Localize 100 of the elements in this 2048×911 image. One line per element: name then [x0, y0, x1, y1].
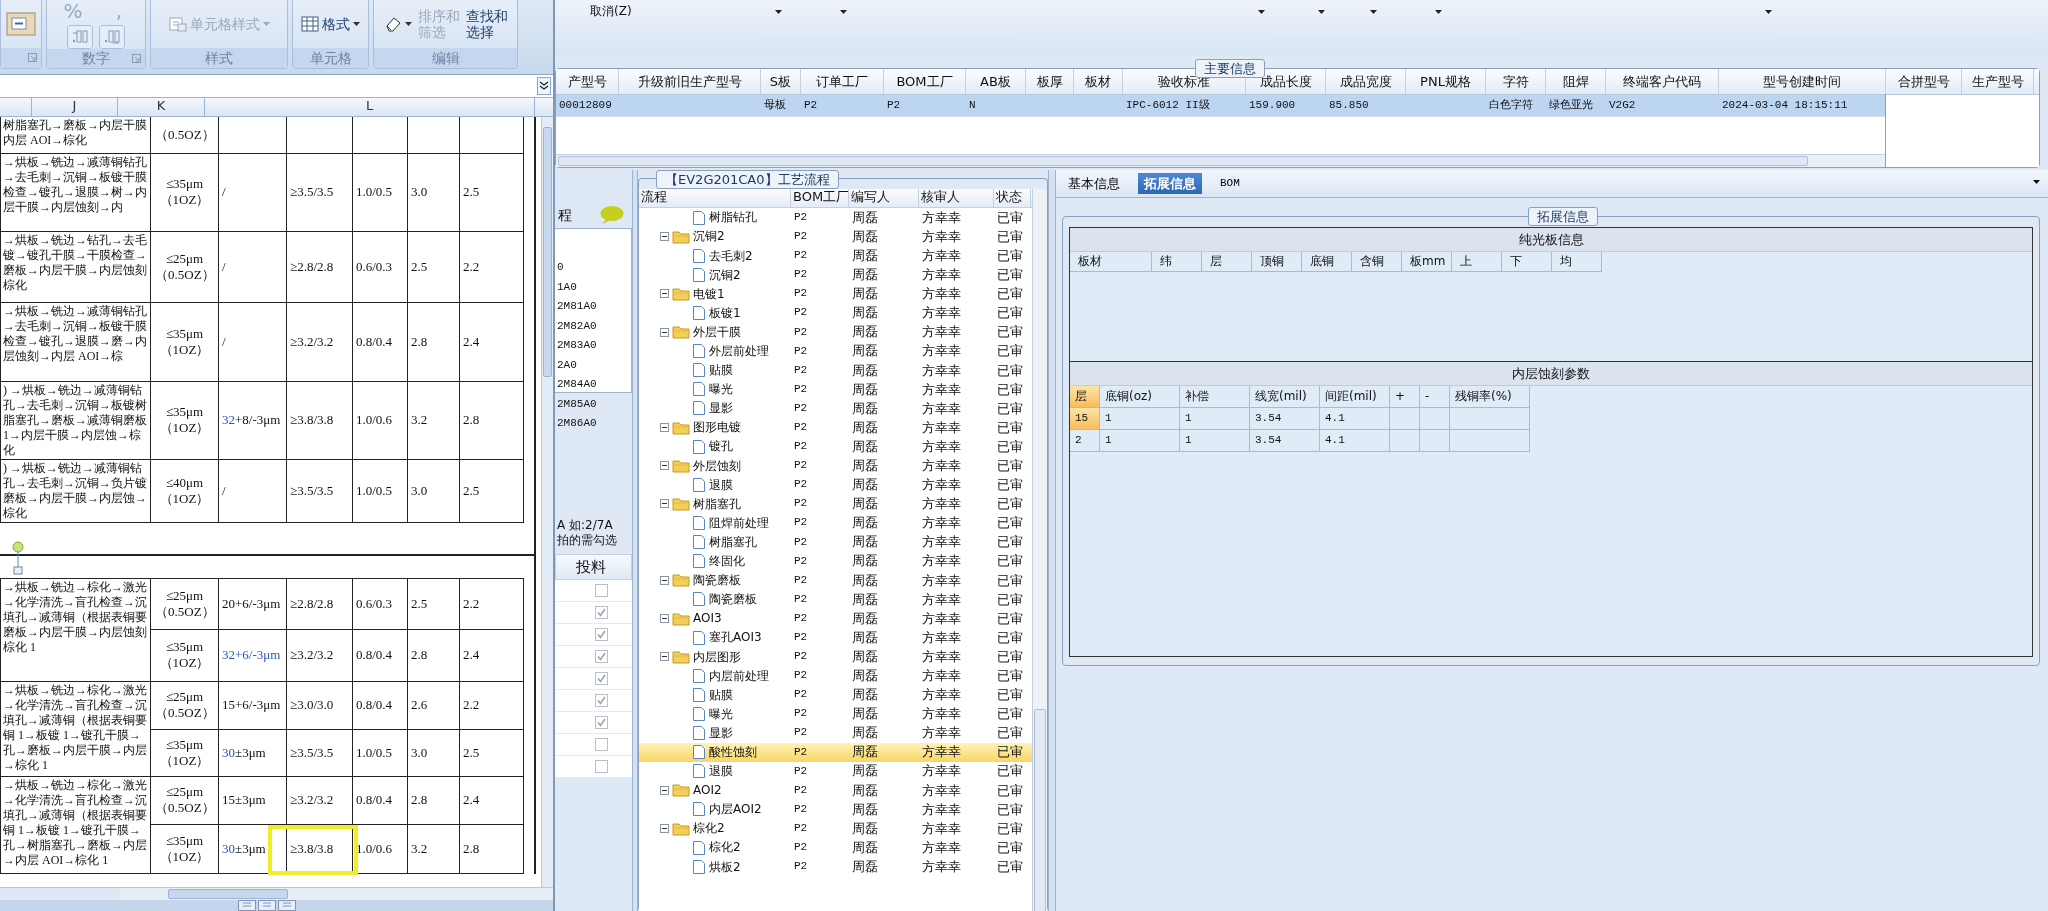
tree-row[interactable]: 贴膜 P2 周磊 方幸幸 已审	[639, 360, 1032, 380]
tree-row[interactable]: 沉铜2 P2 周磊 方幸幸 已审	[639, 265, 1032, 285]
column-header[interactable]: 层	[1070, 386, 1100, 408]
column-header[interactable]: 间距(mil)	[1320, 386, 1390, 408]
cancel-menu-item[interactable]: 取消(Z)	[590, 4, 632, 19]
tree-row[interactable]: 树脂塞孔 P2 周磊 方幸幸 已审	[639, 494, 1032, 514]
column-header[interactable]: 残铜率(%)	[1450, 386, 1530, 408]
checkbox[interactable]	[595, 694, 608, 707]
column-header[interactable]: 编写人	[849, 189, 919, 207]
tree-row[interactable]: 棕化2 P2 周磊 方幸幸 已审	[639, 819, 1032, 839]
column-header[interactable]: 纬	[1152, 252, 1202, 272]
vertical-scrollbar[interactable]	[1032, 189, 1047, 911]
column-header[interactable]: 投料	[555, 554, 632, 580]
tree-row[interactable]: 阻焊前处理 P2 周磊 方幸幸 已审	[639, 513, 1032, 533]
column-header[interactable]: 均	[1552, 252, 1602, 272]
tree-row[interactable]: 沉铜2 P2 周磊 方幸幸 已审	[639, 227, 1032, 247]
view-icon[interactable]	[258, 900, 276, 911]
column-header[interactable]: 产型号	[556, 69, 619, 94]
checkbox[interactable]	[595, 628, 608, 641]
tree-row[interactable]: 外层干膜 P2 周磊 方幸幸 已审	[639, 322, 1032, 342]
decimal-icon[interactable]	[99, 25, 125, 49]
tree-row[interactable]: 镀孔 P2 周磊 方幸幸 已审	[639, 437, 1032, 457]
find-select-button[interactable]: 查找和选择	[463, 7, 510, 41]
column-header[interactable]: 板材	[1074, 69, 1123, 94]
column-header[interactable]: 阻焊	[1546, 69, 1606, 94]
column-header[interactable]: 核审人	[919, 189, 994, 207]
tree-row[interactable]: 退膜 P2 周磊 方幸幸 已审	[639, 761, 1032, 781]
tree-row[interactable]: 陶瓷磨板 P2 周磊 方幸幸 已审	[639, 589, 1032, 609]
dropdown-caret-icon[interactable]	[1434, 10, 1442, 14]
minus-box-icon[interactable]	[660, 575, 669, 585]
column-header[interactable]: 终端客户代码	[1606, 69, 1719, 94]
column-header[interactable]: -	[1420, 386, 1450, 408]
column-header[interactable]: 含铜	[1352, 252, 1402, 272]
dropdown-caret-icon[interactable]	[1369, 10, 1377, 14]
column-header[interactable]: 升级前旧生产型号	[619, 69, 761, 94]
column-header[interactable]: L	[205, 98, 535, 116]
list-item[interactable]: 0	[555, 261, 631, 281]
list-item[interactable]: 2M84A0	[555, 378, 631, 398]
column-header[interactable]: 订单工厂	[801, 69, 884, 94]
column-header[interactable]: 合拼型号	[1886, 69, 1962, 94]
cell-style-icon[interactable]	[6, 12, 36, 36]
column-header[interactable]: +	[1390, 386, 1420, 408]
minus-box-icon[interactable]	[660, 232, 669, 242]
tree-row[interactable]: 陶瓷磨板 P2 周磊 方幸幸 已审	[639, 570, 1032, 590]
grid-row[interactable]: 00012809 母板 P2 P2 N IPC-6012 II级 159.900 85.850 白色字符 绿色亚光 V2G2 2024-03-04 18:15:11	[556, 95, 1885, 117]
column-header[interactable]: 成品宽度	[1326, 69, 1406, 94]
checkbox[interactable]	[595, 760, 608, 773]
checkbox[interactable]	[595, 672, 608, 685]
minus-box-icon[interactable]	[660, 327, 669, 337]
tree-row[interactable]: AOI2 P2 周磊 方幸幸 已审	[639, 780, 1032, 800]
tree-row[interactable]: 终固化 P2 周磊 方幸幸 已审	[639, 551, 1032, 571]
tree-row[interactable]: 塞孔AOI3 P2 周磊 方幸幸 已审	[639, 628, 1032, 648]
column-header[interactable]: 上	[1452, 252, 1502, 272]
dropdown-caret-icon[interactable]	[774, 10, 782, 14]
minus-box-icon[interactable]	[660, 824, 669, 834]
tree-row[interactable]: 外层前处理 P2 周磊 方幸幸 已审	[639, 341, 1032, 361]
list-item[interactable]: 2A0	[555, 358, 631, 378]
minus-box-icon[interactable]	[660, 423, 669, 433]
tree-row[interactable]: 去毛刺2 P2 周磊 方幸幸 已审	[639, 246, 1032, 266]
horizontal-scrollbar[interactable]	[556, 154, 1885, 167]
tree-row[interactable]: 外层蚀刻 P2 周磊 方幸幸 已审	[639, 456, 1032, 476]
list-item[interactable]: 1A0	[555, 280, 631, 300]
checkbox[interactable]	[595, 738, 608, 751]
dropdown-caret-icon[interactable]	[1764, 10, 1772, 14]
tree-row[interactable]: 显影 P2 周磊 方幸幸 已审	[639, 398, 1032, 419]
tree-row[interactable]: 退膜 P2 周磊 方幸幸 已审	[639, 475, 1032, 495]
minus-box-icon[interactable]	[660, 461, 669, 471]
list-item[interactable]: 2M83A0	[555, 339, 631, 359]
column-header[interactable]: 底铜	[1302, 252, 1352, 272]
tree-row[interactable]: 内层图形 P2 周磊 方幸幸 已审	[639, 647, 1032, 667]
column-header[interactable]: 底铜(oz)	[1100, 386, 1180, 408]
column-header[interactable]: 板mm	[1402, 252, 1452, 272]
column-header[interactable]: K	[118, 98, 205, 116]
dropdown-caret-icon[interactable]	[1257, 10, 1265, 14]
tab[interactable]: 拓展信息	[1138, 172, 1202, 195]
dialog-launcher-icon[interactable]	[132, 54, 141, 63]
minus-box-icon[interactable]	[660, 652, 669, 662]
list-item[interactable]: 2M86A0	[555, 417, 631, 437]
vertical-scrollbar[interactable]	[541, 117, 553, 887]
tree-row[interactable]: 曝光 P2 周磊 方幸幸 已审	[639, 379, 1032, 399]
tree-row[interactable]: 内层AOI2 P2 周磊 方幸幸 已审	[639, 799, 1032, 819]
column-header[interactable]: 层	[1202, 252, 1252, 272]
tree-row[interactable]: 图形电镀 P2 周磊 方幸幸 已审	[639, 418, 1032, 438]
format-button[interactable]: 格式	[299, 15, 362, 33]
column-header[interactable]: 补偿	[1180, 386, 1250, 408]
tree-row[interactable]: 棕化2 P2 周磊 方幸幸 已审	[639, 838, 1032, 858]
column-header[interactable]: 生产型号	[1962, 69, 2034, 94]
column-header[interactable]: 板厚	[1026, 69, 1074, 94]
checkbox[interactable]	[595, 716, 608, 729]
list-item[interactable]: 2M82A0	[555, 319, 631, 339]
minus-box-icon[interactable]	[660, 614, 669, 623]
tree-row[interactable]: 树脂钻孔 P2 周磊 方幸幸 已审	[639, 208, 1032, 228]
column-header[interactable]: 板材	[1070, 252, 1152, 272]
tree-row[interactable]: 酸性蚀刻 P2 周磊 方幸幸 已审	[639, 742, 1032, 762]
column-header[interactable]: PNL规格	[1406, 69, 1486, 94]
view-icon[interactable]	[278, 900, 296, 911]
minus-box-icon[interactable]	[660, 499, 669, 509]
tree-row[interactable]: 曝光 P2 周磊 方幸幸 已审	[639, 704, 1032, 724]
checkbox[interactable]	[595, 606, 608, 619]
expand-icon[interactable]	[537, 77, 551, 95]
